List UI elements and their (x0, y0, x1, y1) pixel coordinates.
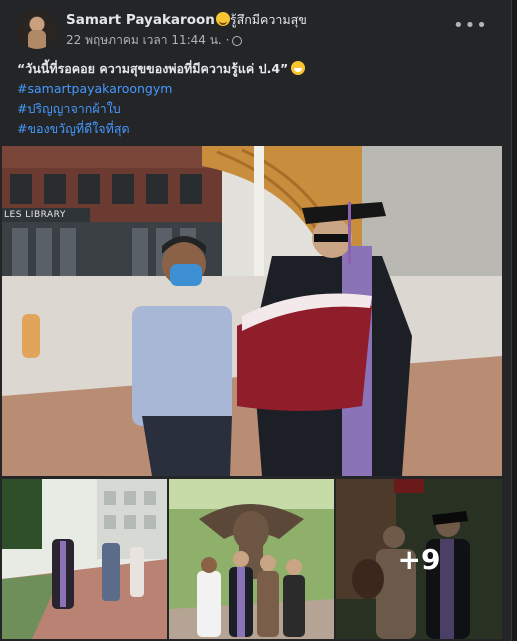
caption-quote: “วันนี้ที่รอคอย ความสุขของพ่อที่มีความรู… (17, 61, 289, 76)
photo-thumbnail[interactable] (169, 479, 334, 639)
happy-face-icon (215, 12, 230, 26)
more-options-icon[interactable]: ••• (453, 17, 487, 37)
grinning-face-icon (291, 61, 306, 75)
meta-separator: · (225, 33, 230, 47)
street-photo (2, 479, 167, 639)
hashtag-link[interactable]: #ของขวัญที่ดีใจที่สุด (17, 119, 497, 139)
owl-statue-photo (169, 479, 334, 639)
post-header: Samart Payakaroon รู้สึกมีความสุข (66, 10, 307, 30)
globe-icon (232, 36, 243, 46)
post-timestamp[interactable]: 22 พฤษภาคม เวลา 11:44 น. (66, 33, 222, 47)
graduation-photo (2, 146, 502, 476)
post-meta: 22 พฤษภาคม เวลา 11:44 น. · (66, 31, 243, 50)
library-sign: LES LIBRARY (2, 208, 90, 222)
photo-thumbnail[interactable] (2, 479, 167, 639)
hashtag-link[interactable]: #ปริญญาจากผ้าใบ (17, 99, 497, 119)
post-card: Samart Payakaroon รู้สึกมีความสุข 22 พฤษภ… (0, 0, 512, 641)
more-photos-count: +9 (397, 542, 441, 576)
post-caption: “วันนี้ที่รอคอย ความสุขของพ่อที่มีความรู… (17, 59, 497, 139)
hashtag-link[interactable]: #samartpayakaroongym (17, 79, 497, 99)
author-name[interactable]: Samart Payakaroon (66, 12, 215, 28)
photo-thumbnail[interactable]: +9 (336, 479, 502, 639)
more-photos-overlay[interactable]: +9 (336, 479, 502, 639)
feeling-status: รู้สึกมีความสุข (229, 12, 307, 27)
main-photo[interactable]: LES LIBRARY (2, 146, 502, 476)
author-avatar[interactable] (17, 9, 57, 49)
caption-quote-line: “วันนี้ที่รอคอย ความสุขของพ่อที่มีความรู… (17, 59, 497, 79)
